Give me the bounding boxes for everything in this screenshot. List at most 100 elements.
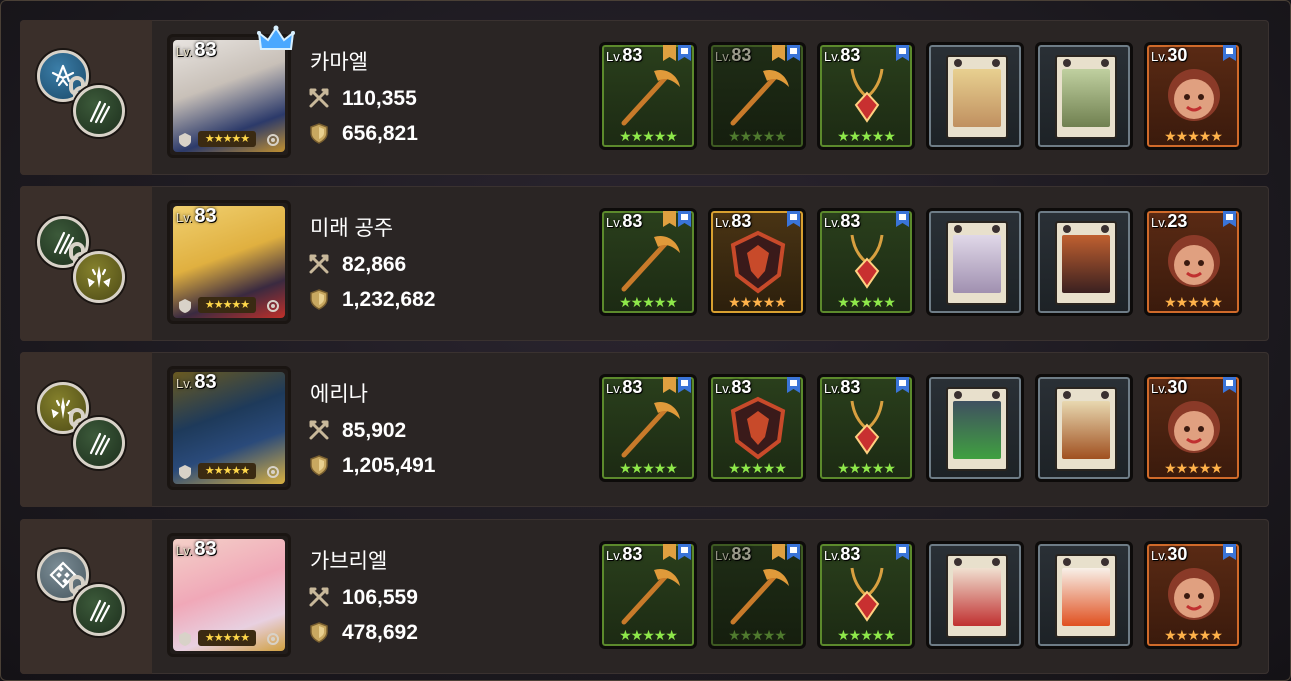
gear-stars: ★★★★★ bbox=[728, 627, 787, 643]
gear-slot-weapon[interactable]: Lv.83 ★★★★★ bbox=[599, 374, 697, 482]
crossed-swords-icon bbox=[308, 586, 330, 608]
defense-stat: 478,692 bbox=[308, 621, 418, 645]
gear-slot-accessory[interactable]: Lv.83 ★★★★★ bbox=[817, 42, 915, 150]
gear-slot-accessory[interactable]: Lv.83 ★★★★★ bbox=[817, 208, 915, 316]
gear-slot-merch[interactable]: Lv.23 ★★★★★ bbox=[1144, 208, 1242, 316]
gear-level: Lv.83 bbox=[606, 377, 643, 397]
gear-slot-card[interactable] bbox=[926, 208, 1024, 316]
card-face bbox=[946, 221, 1008, 305]
blue-bookmark-icon bbox=[896, 211, 909, 227]
gear-level: Lv.83 bbox=[606, 45, 643, 65]
blue-bookmark-icon bbox=[1223, 377, 1236, 393]
card-face bbox=[946, 55, 1008, 139]
shield-icon bbox=[308, 288, 330, 310]
gear-slot-weapon[interactable]: Lv.83 ★★★★★ bbox=[599, 208, 697, 316]
orange-bookmark-icon bbox=[663, 377, 676, 393]
claw-icon bbox=[73, 85, 125, 137]
gear-slot-weapon[interactable]: Lv.83 ★★★★★ bbox=[599, 541, 697, 649]
gear-stars: ★★★★★ bbox=[837, 627, 896, 643]
role-icon bbox=[267, 300, 279, 312]
claw-icon bbox=[73, 584, 125, 636]
star-burst-icon bbox=[73, 251, 125, 303]
gear-slot-weapon[interactable]: Lv.83 ★★★★★ bbox=[708, 541, 806, 649]
gear-slot-card[interactable] bbox=[926, 374, 1024, 482]
gear-level: Lv.83 bbox=[606, 544, 643, 564]
blue-bookmark-icon bbox=[678, 544, 691, 560]
gear-level: Lv.30 bbox=[1151, 544, 1188, 564]
element-panel bbox=[20, 20, 152, 175]
class-icon bbox=[179, 299, 191, 313]
gear-slot-accessory[interactable]: Lv.83 ★★★★★ bbox=[817, 374, 915, 482]
gear-stars: ★★★★★ bbox=[1164, 627, 1223, 643]
card-face bbox=[946, 387, 1008, 471]
hero-row[interactable]: Lv. 83 ★★★★★ 카마엘 110,355 656,821 Lv.83 ★★★★… bbox=[20, 20, 1269, 175]
hero-stars: ★★★★★ bbox=[198, 630, 256, 646]
defense-value: 1,232,682 bbox=[342, 288, 436, 311]
card-face bbox=[1055, 221, 1117, 305]
defense-stat: 1,232,682 bbox=[308, 288, 435, 312]
gear-slot-merch[interactable]: Lv.30 ★★★★★ bbox=[1144, 374, 1242, 482]
orange-bookmark-icon bbox=[772, 45, 785, 61]
hero-row[interactable]: Lv. 83 ★★★★★ 에리나 85,902 1,205,491 Lv.83 ★★★… bbox=[20, 352, 1269, 507]
gear-stars: ★★★★★ bbox=[619, 294, 678, 310]
hero-level: Lv. 83 bbox=[176, 205, 217, 227]
orange-bookmark-icon bbox=[772, 544, 785, 560]
hero-portrait[interactable]: Lv. 83 ★★★★★ bbox=[167, 533, 291, 657]
class-icon bbox=[179, 133, 191, 147]
gear-slot-shield[interactable]: Lv.83 ★★★★★ bbox=[708, 374, 806, 482]
gear-level: Lv.83 bbox=[824, 45, 861, 65]
hero-portrait[interactable]: Lv. 83 ★★★★★ bbox=[167, 200, 291, 324]
gear-slot-weapon[interactable]: Lv.83 ★★★★★ bbox=[708, 42, 806, 150]
element-panel bbox=[20, 352, 152, 507]
attack-value: 106,559 bbox=[342, 586, 418, 609]
gear-level: Lv.83 bbox=[715, 377, 752, 397]
crossed-swords-icon bbox=[308, 253, 330, 275]
hero-portrait[interactable]: Lv. 83 ★★★★★ bbox=[167, 366, 291, 490]
gear-level: Lv.83 bbox=[824, 544, 861, 564]
gear-slot-shield[interactable]: Lv.83 ★★★★★ bbox=[708, 208, 806, 316]
hero-row[interactable]: Lv. 83 ★★★★★ 가브리엘 106,559 478,692 Lv.83 ★★★… bbox=[20, 519, 1269, 674]
gear-slot-weapon[interactable]: Lv.83 ★★★★★ bbox=[599, 42, 697, 150]
hero-name: 미래 공주 bbox=[310, 217, 394, 240]
defense-stat: 656,821 bbox=[308, 122, 418, 146]
orange-bookmark-icon bbox=[663, 45, 676, 61]
crossed-swords-icon bbox=[308, 419, 330, 441]
gear-slot-card[interactable] bbox=[1035, 541, 1133, 649]
hero-stars: ★★★★★ bbox=[198, 131, 256, 147]
gear-slot-card[interactable] bbox=[1035, 208, 1133, 316]
gear-stars: ★★★★★ bbox=[728, 294, 787, 310]
gear-slot-card[interactable] bbox=[1035, 42, 1133, 150]
gear-level: Lv.83 bbox=[715, 211, 752, 231]
hero-row[interactable]: Lv. 83 ★★★★★ 미래 공주 82,866 1,232,682 Lv.83 ★… bbox=[20, 186, 1269, 341]
gear-stars: ★★★★★ bbox=[1164, 294, 1223, 310]
shield-icon bbox=[308, 621, 330, 643]
gear-slot-card[interactable] bbox=[926, 42, 1024, 150]
blue-bookmark-icon bbox=[896, 45, 909, 61]
blue-bookmark-icon bbox=[896, 544, 909, 560]
element-panel bbox=[20, 186, 152, 341]
gear-slot-merch[interactable]: Lv.30 ★★★★★ bbox=[1144, 42, 1242, 150]
card-art bbox=[953, 235, 1001, 293]
attack-stat: 82,866 bbox=[308, 253, 406, 277]
blue-bookmark-icon bbox=[896, 377, 909, 393]
hero-stars: ★★★★★ bbox=[198, 463, 256, 479]
gear-stars: ★★★★★ bbox=[728, 128, 787, 144]
card-face bbox=[1055, 387, 1117, 471]
role-icon bbox=[267, 633, 279, 645]
orange-bookmark-icon bbox=[663, 211, 676, 227]
orange-bookmark-icon bbox=[663, 544, 676, 560]
gear-slot-accessory[interactable]: Lv.83 ★★★★★ bbox=[817, 541, 915, 649]
gear-stars: ★★★★★ bbox=[619, 128, 678, 144]
gear-level: Lv.23 bbox=[1151, 211, 1188, 231]
hero-level: Lv. 83 bbox=[176, 538, 217, 560]
hero-name: 에리나 bbox=[310, 383, 368, 406]
card-face bbox=[1055, 554, 1117, 638]
blue-bookmark-icon bbox=[787, 544, 800, 560]
card-art bbox=[953, 568, 1001, 626]
gear-slot-card[interactable] bbox=[1035, 374, 1133, 482]
gear-slot-card[interactable] bbox=[926, 541, 1024, 649]
gear-slot-merch[interactable]: Lv.30 ★★★★★ bbox=[1144, 541, 1242, 649]
gear-level: Lv.83 bbox=[824, 211, 861, 231]
card-art bbox=[1062, 568, 1110, 626]
attack-value: 85,902 bbox=[342, 419, 407, 442]
